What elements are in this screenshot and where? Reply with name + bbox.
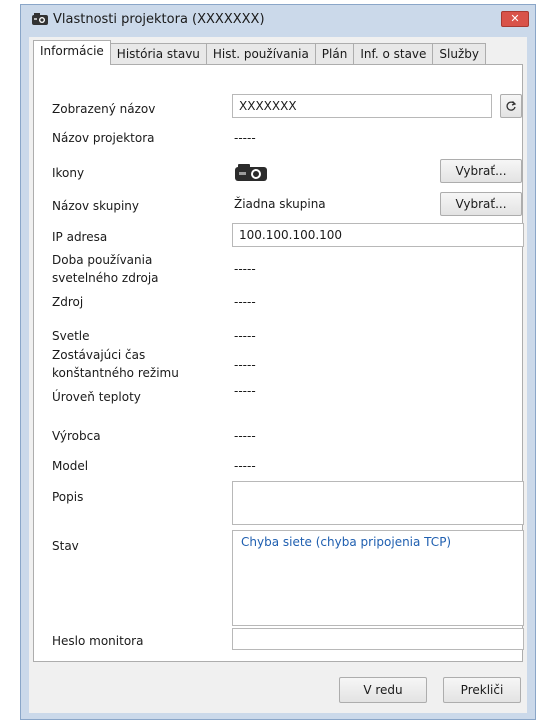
manufacturer-value: ----- [234, 429, 256, 443]
icons-label: Ikony [52, 166, 85, 180]
brightness-value: ----- [234, 329, 256, 343]
monitor-password-input[interactable] [232, 628, 524, 650]
model-label: Model [52, 459, 89, 473]
projector-icon [32, 13, 48, 25]
projector-icon [235, 164, 267, 181]
select-group-button[interactable]: Vybrať... [440, 192, 522, 216]
temperature-label: Úroveň teploty [52, 390, 141, 404]
projector-name-value: ----- [234, 131, 256, 145]
display-name-label: Zobrazený názov [52, 102, 156, 116]
tab-strip: Informácie História stavu Hist. používan… [33, 40, 486, 65]
light-usage-value: ----- [234, 262, 256, 276]
dialog-client-area: Informácie História stavu Hist. používan… [29, 37, 527, 713]
group-name-value: Žiadna skupina [234, 197, 326, 211]
tab-inf-o-stave[interactable]: Inf. o stave [354, 43, 434, 65]
select-icon-button[interactable]: Vybrať... [440, 159, 522, 183]
tab-hist-pouzivania[interactable]: Hist. používania [206, 43, 316, 65]
close-icon: ✕ [510, 12, 520, 25]
ip-address-input[interactable]: 100.100.100.100 [232, 223, 524, 247]
tab-historia-stavu[interactable]: História stavu [110, 43, 207, 65]
projector-name-label: Názov projektora [52, 131, 155, 145]
ok-button[interactable]: V redu [339, 677, 427, 703]
status-label: Stav [52, 539, 79, 553]
source-label: Zdroj [52, 295, 84, 309]
tab-plan[interactable]: Plán [315, 43, 355, 65]
status-textarea[interactable]: Chyba siete (chyba pripojenia TCP) [232, 530, 524, 626]
source-value: ----- [234, 295, 256, 309]
display-name-input[interactable]: XXXXXXX [232, 94, 492, 118]
refresh-button[interactable] [500, 94, 522, 118]
model-value: ----- [234, 459, 256, 473]
tab-sluzby[interactable]: Služby [433, 43, 486, 65]
const-mode-label-line1: Zostávajúci čas [52, 348, 146, 362]
dialog-footer: V redu Prekliči [29, 665, 527, 713]
const-mode-label-line2: konštantného režimu [52, 366, 179, 380]
manufacturer-label: Výrobca [52, 429, 101, 443]
description-label: Popis [52, 490, 84, 504]
window-title: Vlastnosti projektora (XXXXXXX) [53, 12, 265, 27]
light-usage-label-line2: svetelného zdroja [52, 271, 159, 285]
brightness-label: Svetle [52, 329, 90, 343]
light-usage-label-line1: Doba používania [52, 253, 153, 267]
const-mode-value: ----- [234, 358, 256, 372]
projector-properties-window: Vlastnosti projektora (XXXXXXX) ✕ Inform… [20, 4, 536, 720]
close-button[interactable]: ✕ [501, 11, 529, 27]
title-bar[interactable]: Vlastnosti projektora (XXXXXXX) ✕ [21, 5, 535, 35]
group-name-label: Názov skupiny [52, 199, 139, 213]
information-panel: Zobrazený názov XXXXXXX Názov projektora… [33, 64, 524, 662]
tab-informacie[interactable]: Informácie [33, 40, 111, 65]
cancel-button[interactable]: Prekliči [443, 677, 521, 703]
temperature-value: ----- [234, 384, 256, 398]
ip-address-label: IP adresa [52, 230, 108, 244]
monitor-password-label: Heslo monitora [52, 634, 144, 648]
description-input[interactable] [232, 481, 524, 525]
refresh-icon [506, 101, 517, 111]
